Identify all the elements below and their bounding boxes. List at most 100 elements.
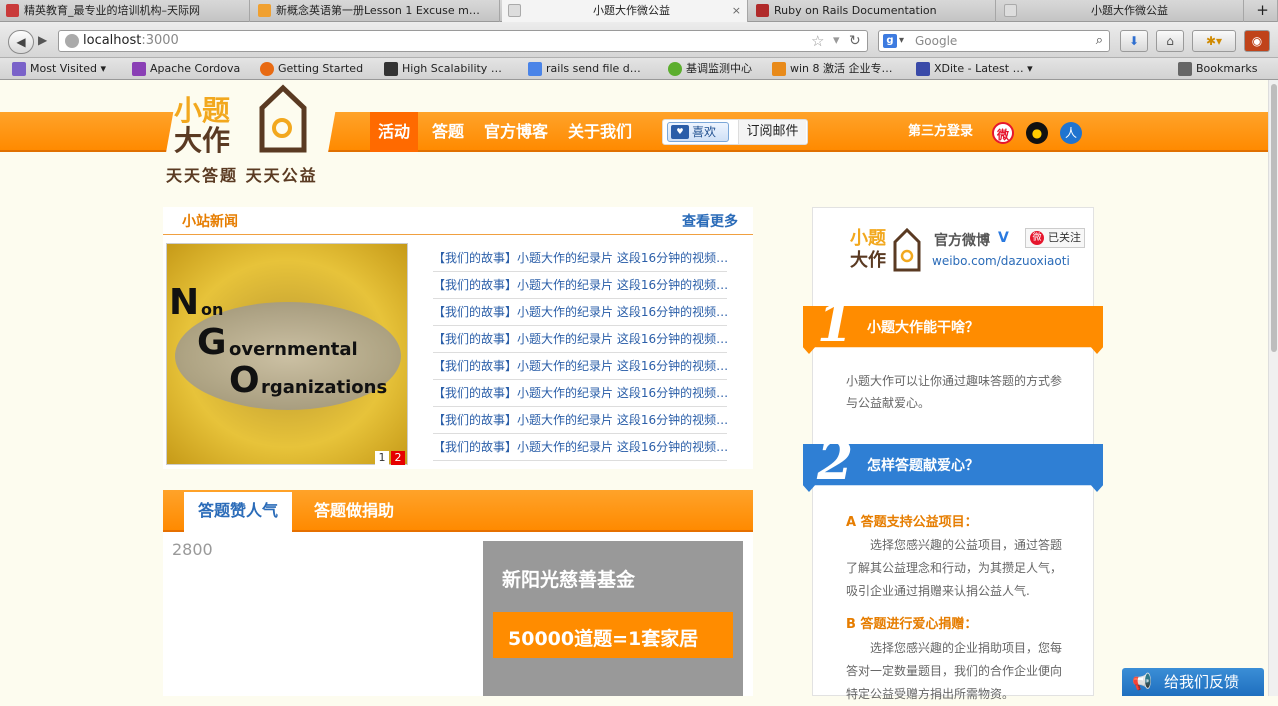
sidebar-logo: 小题 大作 xyxy=(850,228,921,272)
bookmark-item[interactable]: XDite - Latest … ▾ xyxy=(914,58,1033,80)
rails-favicon-icon xyxy=(756,4,769,17)
forward-arrow-icon[interactable]: ▶ xyxy=(38,33,47,47)
question-1-banner: 1 小题大作能干啥？ xyxy=(803,306,1103,354)
bookmark-star-icon[interactable]: ☆ xyxy=(811,31,824,51)
logo-text-2: 大作 xyxy=(174,124,231,157)
news-item[interactable]: 【我们的故事】小题大作的纪录片 这段16分钟的视频… xyxy=(433,380,727,407)
search-placeholder: Google xyxy=(915,34,958,48)
home-button[interactable]: ⌂ xyxy=(1156,30,1184,52)
follow-button[interactable]: 微 已关注 xyxy=(1025,228,1085,248)
search-bar[interactable]: g ▾ Google ⌕ xyxy=(878,30,1110,52)
dropdown-arrow-icon[interactable]: ▾ xyxy=(833,31,840,51)
weibo-name[interactable]: 官方微博 xyxy=(934,230,990,250)
news-more-link[interactable]: 查看更多 xyxy=(682,211,738,231)
bookmarks-menu[interactable]: Bookmarks xyxy=(1176,58,1257,80)
news-item[interactable]: 【我们的故事】小题大作的纪录片 这段16分钟的视频… xyxy=(433,245,727,272)
url-port: :3000 xyxy=(141,33,179,48)
ngo-letter: O xyxy=(229,360,260,401)
site-favicon-icon xyxy=(6,4,19,17)
blank-page-icon xyxy=(508,4,521,17)
news-item[interactable]: 【我们的故事】小题大作的纪录片 这段16分钟的视频… xyxy=(433,353,727,380)
qq-login-icon[interactable]: ● xyxy=(1026,122,1048,144)
house-logo-icon xyxy=(259,84,307,153)
bookmark-item[interactable]: rails send file d… xyxy=(526,58,641,80)
news-item[interactable]: 【我们的故事】小题大作的纪录片 这段16分钟的视频… xyxy=(433,407,727,434)
url-bar[interactable]: localhost:3000 ☆ ▾ ↻ xyxy=(58,30,868,52)
feedback-button[interactable]: 📢 给我们反馈 xyxy=(1122,668,1264,696)
bookmark-favicon-icon xyxy=(772,62,786,76)
blank-page-icon xyxy=(1004,4,1017,17)
tab-answer-donation[interactable]: 答题做捐助 xyxy=(300,492,408,532)
dropdown-arrow-icon: ▾ xyxy=(899,35,905,46)
slide-page-2[interactable]: 2 xyxy=(391,451,405,465)
browser-tab[interactable]: 小题大作微公益 xyxy=(998,0,1244,22)
like-button[interactable]: ♥ 喜欢 xyxy=(667,122,729,142)
bookmark-item[interactable]: Apache Cordova xyxy=(130,58,240,80)
answer-b-title: B 答题进行爱心捐赠： xyxy=(846,617,978,632)
bookmark-item[interactable]: win 8 激活 企业专… xyxy=(770,58,893,80)
verified-badge-icon: V xyxy=(998,230,1009,246)
news-item[interactable]: 【我们的故事】小题大作的纪录片 这段16分钟的视频… xyxy=(433,434,727,461)
downloads-button[interactable]: ⬇ xyxy=(1120,30,1148,52)
close-tab-icon[interactable]: × xyxy=(732,0,741,21)
puzzle-icon: ✱▾ xyxy=(1205,34,1223,48)
question-1-body: 小题大作可以让你通过趣味答题的方式参与公益献爱心。 xyxy=(846,374,1063,410)
bookmark-item[interactable]: Most Visited ▾ xyxy=(10,58,106,80)
bookmark-favicon-icon xyxy=(528,62,542,76)
bookmark-label: 基调监测中心 xyxy=(686,62,752,75)
news-slideshow-image[interactable]: N on G overnmental O rganizations xyxy=(166,243,408,465)
globe-icon xyxy=(65,34,79,48)
nav-answer[interactable]: 答题 xyxy=(424,112,472,152)
nav-blog[interactable]: 官方博客 xyxy=(476,112,556,152)
tab-answer-popularity[interactable]: 答题赞人气 xyxy=(184,492,293,532)
bookmark-item[interactable]: Getting Started xyxy=(258,58,363,80)
bookmark-label: Getting Started xyxy=(278,62,364,75)
ngo-letter: N xyxy=(169,282,200,323)
slide-page-1[interactable]: 1 xyxy=(375,451,389,465)
weibo-url-link[interactable]: weibo.com/dazuoxiaoti xyxy=(932,254,1070,268)
news-item[interactable]: 【我们的故事】小题大作的纪录片 这段16分钟的视频… xyxy=(433,326,727,353)
sidebar-logo-text-2: 大作 xyxy=(850,250,886,271)
weibo-icon: 微 xyxy=(1030,231,1044,245)
renren-login-icon[interactable]: 人 xyxy=(1060,122,1082,144)
reload-icon[interactable]: ↻ xyxy=(849,31,861,51)
vertical-scrollbar[interactable] xyxy=(1268,80,1278,696)
new-tab-button[interactable]: + xyxy=(1248,0,1278,22)
question-2-banner: 2 怎样答题献爱心？ xyxy=(803,444,1103,492)
house-logo-icon xyxy=(893,228,921,272)
tab-label: 小题大作微公益 xyxy=(593,4,670,17)
search-icon[interactable]: ⌕ xyxy=(1096,31,1103,51)
back-arrow-icon: ◀ xyxy=(16,35,26,49)
extension-button[interactable]: ◉ xyxy=(1244,30,1270,52)
ngo-letter: G xyxy=(197,322,227,363)
addon-button[interactable]: ✱▾ xyxy=(1192,30,1236,52)
tab-label: 新概念英语第一册Lesson 1 Excuse m… xyxy=(276,4,480,17)
bookmark-favicon-icon xyxy=(668,62,682,76)
nav-activities[interactable]: 活动 xyxy=(370,112,419,152)
popularity-count: 2800 xyxy=(172,540,213,559)
browser-tab[interactable]: 新概念英语第一册Lesson 1 Excuse m… xyxy=(252,0,500,22)
bookmark-label: Apache Cordova xyxy=(150,62,241,75)
subscribe-email-button[interactable]: 订阅邮件 xyxy=(738,120,806,144)
news-item[interactable]: 【我们的故事】小题大作的纪录片 这段16分钟的视频… xyxy=(433,272,727,299)
news-item[interactable]: 【我们的故事】小题大作的纪录片 这段16分钟的视频… xyxy=(433,299,727,326)
firefox-icon xyxy=(260,62,274,76)
ngo-word: on xyxy=(201,300,224,319)
logo-tagline: 天天答题 天天公益 xyxy=(166,166,318,185)
bookmark-favicon-icon xyxy=(916,62,930,76)
browser-tab-active[interactable]: 小题大作微公益 × xyxy=(502,0,748,22)
browser-tab[interactable]: Ruby on Rails Documentation xyxy=(750,0,996,22)
browser-tab[interactable]: 精英教育_最专业的培训机构–天际网 xyxy=(0,0,250,22)
site-logo[interactable]: 小题 大作 天天答题 天天公益 xyxy=(160,80,340,188)
weibo-login-icon[interactable]: 微 xyxy=(992,122,1014,144)
follow-label: 已关注 xyxy=(1048,231,1081,244)
back-button[interactable]: ◀ xyxy=(8,30,34,54)
bookmark-item[interactable]: High Scalability … xyxy=(382,58,502,80)
bookmark-item[interactable]: 基调监测中心 xyxy=(666,58,752,80)
url-host: localhost xyxy=(83,33,142,48)
nav-about[interactable]: 关于我们 xyxy=(560,112,640,152)
third-party-login-label: 第三方登录 xyxy=(908,124,974,139)
scrollbar-thumb[interactable] xyxy=(1271,84,1277,352)
download-arrow-icon: ⬇ xyxy=(1128,34,1140,48)
site-favicon-icon xyxy=(258,4,271,17)
